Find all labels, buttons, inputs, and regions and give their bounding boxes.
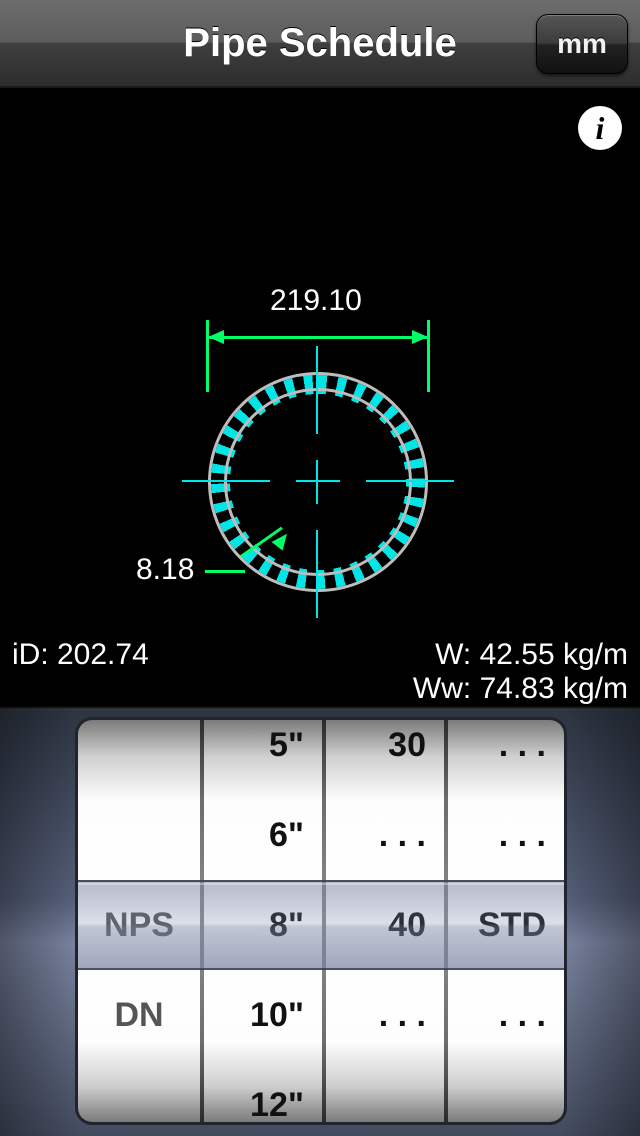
page-title: Pipe Schedule xyxy=(183,21,456,66)
picker-panel: NPS DN 5" 6" 8" 10" 12" 30 . . . 40 . . … xyxy=(0,706,640,1136)
picker-item[interactable]: . . . xyxy=(326,970,444,1060)
picker-item[interactable]: . . . xyxy=(448,720,564,790)
inner-diameter-label: iD: 202.74 xyxy=(12,638,149,672)
picker-frame: NPS DN 5" 6" 8" 10" 12" 30 . . . 40 . . … xyxy=(78,720,564,1122)
picker-item[interactable]: STD xyxy=(448,880,564,970)
picker-item[interactable] xyxy=(78,1060,200,1122)
picker-item[interactable]: 30 xyxy=(326,720,444,790)
picker-item[interactable]: 5" xyxy=(204,720,322,790)
wall-thickness-value: 8.18 xyxy=(136,553,194,587)
picker-wheel-size[interactable]: 5" 6" 8" 10" 12" xyxy=(204,720,322,1122)
picker-item[interactable]: 6" xyxy=(204,790,322,880)
title-bar: Pipe Schedule mm xyxy=(0,0,640,88)
picker-item[interactable] xyxy=(448,1060,564,1122)
picker-wheel-standard[interactable]: NPS DN xyxy=(78,720,200,1122)
picker-item[interactable]: DN xyxy=(78,970,200,1060)
outer-diameter-value: 219.10 xyxy=(270,284,362,318)
weight-per-length-label: W: 42.55 kg/m xyxy=(435,638,628,672)
od-dimension-line xyxy=(206,320,430,374)
picker-item[interactable] xyxy=(326,1060,444,1122)
pipe-cross-section-icon xyxy=(208,372,428,592)
info-icon[interactable]: i xyxy=(578,106,622,150)
picker-wheel-schedule-num[interactable]: 30 . . . 40 . . . xyxy=(326,720,444,1122)
picker-item[interactable]: 10" xyxy=(204,970,322,1060)
pipe-diagram-area: i 219.10 8.18 iD: 202.74 W: 42.55 kg/m W… xyxy=(0,88,640,706)
picker-item[interactable]: . . . xyxy=(448,970,564,1060)
picker-item[interactable]: 12" xyxy=(204,1060,322,1122)
water-weight-per-length-label: Ww: 74.83 kg/m xyxy=(413,672,628,706)
picker-wheel-schedule-name[interactable]: . . . . . . STD . . . xyxy=(448,720,564,1122)
units-toggle-button[interactable]: mm xyxy=(536,14,628,74)
picker-item[interactable]: 8" xyxy=(204,880,322,970)
picker-item[interactable] xyxy=(78,790,200,880)
picker-item[interactable]: . . . xyxy=(326,790,444,880)
picker-item[interactable]: NPS xyxy=(78,880,200,970)
picker-item[interactable]: . . . xyxy=(448,790,564,880)
picker-item[interactable]: 40 xyxy=(326,880,444,970)
picker-item[interactable] xyxy=(78,720,200,790)
